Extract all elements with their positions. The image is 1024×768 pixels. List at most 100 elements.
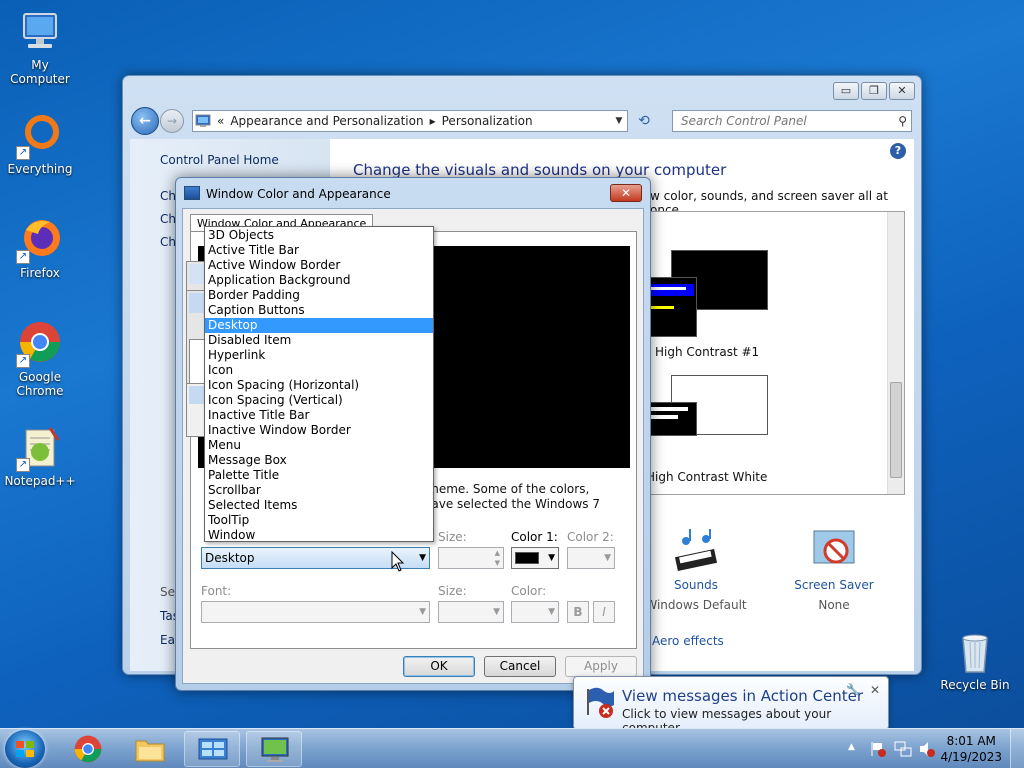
color2-picker[interactable]: ▼ <box>567 547 615 569</box>
taskbar-explorer-button[interactable] <box>122 731 178 767</box>
cancel-button[interactable]: Cancel <box>484 656 556 677</box>
theme-label-high-contrast-1[interactable]: High Contrast #1 <box>655 345 759 359</box>
sidebar-link-2[interactable]: Ch <box>160 212 176 226</box>
dropdown-option[interactable]: Selected Items <box>205 498 433 513</box>
sounds-icon <box>674 529 718 572</box>
dropdown-option[interactable]: Inactive Title Bar <box>205 408 433 423</box>
dialog-close-button[interactable]: ✕ <box>610 184 642 202</box>
clock-time: 8:01 AM <box>946 734 996 748</box>
chevron-down-icon: ▼ <box>493 607 500 617</box>
desktop-icon-my-computer[interactable]: My Computer <box>0 8 80 86</box>
help-icon[interactable]: ? <box>890 143 906 159</box>
font-combobox[interactable]: ▼ <box>201 601 430 623</box>
info-text-line-2: ou have selected the Windows 7 <box>405 497 601 511</box>
dropdown-option[interactable]: Application Background <box>205 273 433 288</box>
sidebar-link-3[interactable]: Ch <box>160 235 176 249</box>
screen-saver-label: Screen Saver <box>794 578 874 592</box>
breadcrumb-prefix[interactable]: « <box>217 114 224 128</box>
back-button[interactable]: ← <box>131 107 159 135</box>
sidebar-link-1[interactable]: Ch <box>160 189 176 203</box>
font-size-combobox[interactable]: ▼ <box>438 601 504 623</box>
action-center-balloon[interactable]: View messages in Action Center Click to … <box>573 676 889 735</box>
search-icon[interactable]: ⚲ <box>898 111 907 131</box>
chevron-down-icon[interactable]: ▼ <box>611 116 627 126</box>
dropdown-option[interactable]: Inactive Window Border <box>205 423 433 438</box>
start-button[interactable] <box>5 730 45 768</box>
desktop-icon-everything[interactable]: ↗ Everything <box>0 112 80 176</box>
bold-button[interactable]: B <box>567 601 589 623</box>
minimize-button[interactable]: ▭ <box>833 82 859 100</box>
clock-date: 4/19/2023 <box>940 750 1002 764</box>
dropdown-option[interactable]: ToolTip <box>205 513 433 528</box>
dropdown-option[interactable]: Active Title Bar <box>205 243 433 258</box>
show-desktop-button[interactable] <box>1010 729 1024 768</box>
theme-label-high-contrast-white[interactable]: High Contrast White <box>646 470 767 484</box>
action-center-icon[interactable] <box>870 740 888 758</box>
desktop-icon-label: Google Chrome <box>16 370 64 398</box>
dropdown-option[interactable]: Window <box>205 528 433 543</box>
dropdown-option[interactable]: Icon Spacing (Horizontal) <box>205 378 433 393</box>
desktop-icon-google-chrome[interactable]: ↗ Google Chrome <box>0 320 80 398</box>
sounds-value: Windows Default <box>645 598 747 612</box>
item-size-stepper[interactable]: ▲ ▼ <box>438 547 504 569</box>
dropdown-option[interactable]: Icon <box>205 363 433 378</box>
dropdown-option[interactable]: Disabled Item <box>205 333 433 348</box>
shortcut-arrow-icon: ↗ <box>16 146 30 160</box>
breadcrumb-personalization[interactable]: Personalization <box>442 114 533 128</box>
dropdown-option-selected[interactable]: Desktop <box>205 318 433 333</box>
apply-button[interactable]: Apply <box>565 656 637 677</box>
dropdown-option[interactable]: Caption Buttons <box>205 303 433 318</box>
address-bar[interactable]: « Appearance and Personalization ▸ Perso… <box>192 110 628 132</box>
breadcrumb-appearance[interactable]: Appearance and Personalization <box>230 114 423 128</box>
aero-effects-link[interactable]: Aero effects <box>652 634 724 648</box>
desktop-icon-recycle-bin[interactable]: Recycle Bin <box>935 628 1015 692</box>
refresh-icon[interactable]: ⟲ <box>632 110 656 132</box>
font-color-label: Color: <box>511 584 547 598</box>
search-input[interactable]: Search Control Panel ⚲ <box>672 110 912 132</box>
dropdown-option[interactable]: Border Padding <box>205 288 433 303</box>
font-color-picker[interactable]: ▼ <box>511 601 559 623</box>
control-panel-icon <box>195 114 211 127</box>
control-panel-home-link[interactable]: Control Panel Home <box>160 153 279 167</box>
shortcut-arrow-icon: ↗ <box>16 250 30 264</box>
show-hidden-icons-icon[interactable]: ▲ <box>848 742 855 752</box>
dropdown-option[interactable]: Active Window Border <box>205 258 433 273</box>
color1-picker[interactable]: ▼ <box>511 547 559 569</box>
desktop-icon-notepad-plus-plus[interactable]: ↗ Notepad++ <box>0 424 80 488</box>
balloon-title[interactable]: View messages in Action Center <box>622 687 863 705</box>
dialog-title: Window Color and Appearance <box>206 187 391 201</box>
dropdown-option[interactable]: Scrollbar <box>205 483 433 498</box>
clock[interactable]: 8:01 AM 4/19/2023 <box>940 733 1002 765</box>
close-button[interactable]: ✕ <box>889 82 915 100</box>
ok-button[interactable]: OK <box>403 656 475 677</box>
chevron-down-icon: ▼ <box>419 553 426 563</box>
dropdown-option[interactable]: Palette Title <box>205 468 433 483</box>
dropdown-option[interactable]: Menu <box>205 438 433 453</box>
balloon-close-button[interactable]: ✕ <box>870 683 880 697</box>
breadcrumb-separator[interactable]: ▸ <box>430 114 436 128</box>
theme-list: High Contrast #1 High Contrast White <box>643 211 905 495</box>
chevron-down-icon: ▼ <box>604 553 611 563</box>
sounds-button[interactable]: Sounds Windows Default <box>636 529 756 612</box>
dropdown-option[interactable]: 3D Objects <box>205 228 433 243</box>
taskbar-appearance-button[interactable] <box>246 731 302 767</box>
italic-button[interactable]: I <box>593 601 615 623</box>
forward-button[interactable]: → <box>160 109 184 133</box>
desktop-icon-firefox[interactable]: ↗ Firefox <box>0 216 80 280</box>
taskbar-chrome-button[interactable] <box>60 731 116 767</box>
dropdown-option[interactable]: Message Box <box>205 453 433 468</box>
network-icon[interactable] <box>894 740 912 758</box>
windows-logo-icon <box>16 741 34 757</box>
taskbar-control-panel-button[interactable] <box>184 731 240 767</box>
dropdown-option[interactable]: Hyperlink <box>205 348 433 363</box>
dropdown-option[interactable]: Icon Spacing (Vertical) <box>205 393 433 408</box>
theme-preview-window-white <box>643 402 697 436</box>
screen-saver-button[interactable]: Screen Saver None <box>774 529 894 612</box>
maximize-button[interactable]: ❐ <box>861 82 887 100</box>
chrome-icon <box>74 735 102 763</box>
screen-saver-value: None <box>818 598 850 612</box>
wrench-icon[interactable]: 🔧 <box>846 683 860 696</box>
volume-muted-icon[interactable] <box>918 740 936 758</box>
scrollbar-thumb[interactable] <box>890 382 902 478</box>
theme-scrollbar[interactable] <box>887 212 904 494</box>
